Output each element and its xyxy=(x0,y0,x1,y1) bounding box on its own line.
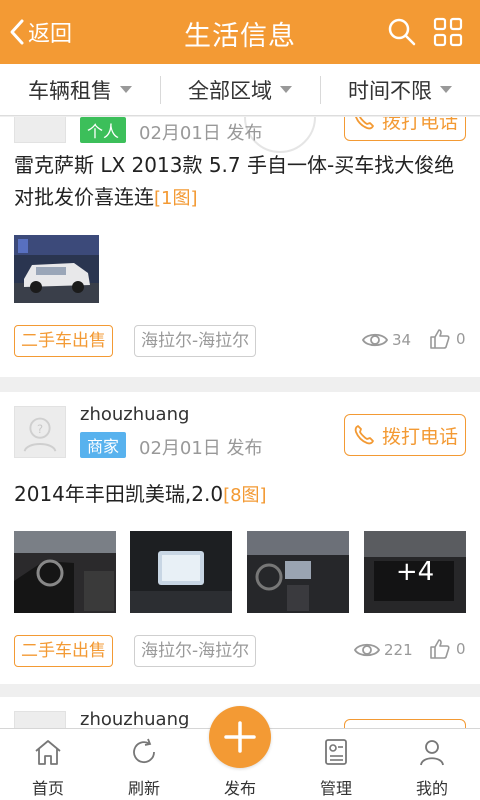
filter-time-label: 时间不限 xyxy=(348,78,432,103)
caret-down-icon xyxy=(440,86,452,93)
post-title-text: 雷克萨斯 LX 2013款 5.7 手自一体-买车找大俊绝对批发价喜连连 xyxy=(14,153,455,209)
post-card[interactable]: 个人 02月01日 发布 拨打电话 雷克萨斯 LX 2013款 5.7 手自一体… xyxy=(0,117,480,377)
location-tag[interactable]: 海拉尔-海拉尔 xyxy=(134,325,257,357)
watermark-stamp xyxy=(244,117,316,153)
plus-icon xyxy=(224,721,256,753)
post-title-text: 2014年丰田凯美瑞,2.0 xyxy=(14,482,224,506)
call-button-label: 拨打电话 xyxy=(381,425,458,448)
post-image[interactable]: +4 xyxy=(364,531,466,613)
filter-region-label: 全部区域 xyxy=(188,78,272,103)
publish-fab-button[interactable] xyxy=(209,706,271,768)
post-image[interactable] xyxy=(247,531,349,613)
tab-home[interactable]: 首页 xyxy=(0,729,96,800)
caret-down-icon xyxy=(280,86,292,93)
tab-publish-label: 发布 xyxy=(223,779,256,798)
tab-refresh[interactable]: 刷新 xyxy=(96,729,192,800)
merchant-badge: 商家 xyxy=(80,432,127,458)
search-icon[interactable] xyxy=(386,16,418,48)
publish-date: 02月01日 发布 xyxy=(139,438,263,459)
caret-down-icon xyxy=(120,86,132,93)
call-button[interactable]: 拨打电话 xyxy=(344,414,466,456)
tab-home-label: 首页 xyxy=(31,779,64,798)
manage-card-icon xyxy=(325,739,347,765)
likes-stat[interactable]: 0 xyxy=(428,637,466,661)
image-count: [8图] xyxy=(223,485,267,506)
likes-count: 0 xyxy=(456,330,466,348)
tab-mine[interactable]: 我的 xyxy=(384,729,480,800)
filter-bar: 车辆租售 全部区域 时间不限 xyxy=(0,64,480,116)
category-tag[interactable]: 二手车出售 xyxy=(14,325,113,357)
more-images-overlay[interactable]: +4 xyxy=(364,531,466,613)
personal-badge: 个人 xyxy=(80,117,127,143)
tab-manage[interactable]: 管理 xyxy=(288,729,384,800)
location-tag[interactable]: 海拉尔-海拉尔 xyxy=(134,635,257,667)
views-stat: 34 xyxy=(362,331,411,349)
grid-menu-icon[interactable] xyxy=(432,16,464,48)
category-tag[interactable]: 二手车出售 xyxy=(14,635,113,667)
call-button[interactable]: 拨打电话 xyxy=(344,117,466,141)
home-icon xyxy=(35,740,61,765)
image-count: [1图] xyxy=(154,188,198,209)
views-count: 221 xyxy=(384,641,413,659)
phone-icon xyxy=(355,117,374,130)
car-photo xyxy=(14,235,99,303)
svg-text:?: ? xyxy=(37,422,43,436)
post-image[interactable] xyxy=(130,531,232,613)
eye-icon xyxy=(354,643,380,657)
likes-count: 0 xyxy=(456,640,466,658)
post-card[interactable]: ? zhouzhuang 商家 02月01日 发布 拨打电话 2014年丰田凯美… xyxy=(0,392,480,684)
avatar xyxy=(14,117,66,143)
post-title[interactable]: 雷克萨斯 LX 2013款 5.7 手自一体-买车找大俊绝对批发价喜连连[1图] xyxy=(14,149,472,215)
username[interactable]: zhouzhuang xyxy=(80,709,189,728)
username[interactable]: zhouzhuang xyxy=(80,404,189,425)
call-button[interactable] xyxy=(344,719,466,728)
post-image[interactable] xyxy=(14,531,116,613)
phone-icon xyxy=(354,425,374,445)
views-count: 34 xyxy=(392,331,412,349)
sunroof-photo xyxy=(130,531,232,613)
thumbs-up-icon xyxy=(430,329,450,349)
user-icon xyxy=(420,740,444,766)
filter-region[interactable]: 全部区域 xyxy=(160,64,320,115)
car-interior-photo xyxy=(14,531,116,613)
likes-stat[interactable]: 0 xyxy=(428,327,466,351)
filter-category[interactable]: 车辆租售 xyxy=(0,64,160,115)
views-stat: 221 xyxy=(354,641,413,659)
dashboard-photo xyxy=(247,531,349,613)
default-avatar-icon: ? xyxy=(15,407,65,457)
post-title[interactable]: 2014年丰田凯美瑞,2.0[8图] xyxy=(14,478,472,512)
refresh-icon xyxy=(133,738,155,764)
avatar: ? xyxy=(14,406,66,458)
call-button-label: 拨打电话 xyxy=(381,117,458,133)
eye-icon xyxy=(362,333,388,347)
avatar xyxy=(14,711,66,728)
filter-time[interactable]: 时间不限 xyxy=(320,64,480,115)
post-image[interactable] xyxy=(14,235,99,303)
tab-mine-label: 我的 xyxy=(415,779,448,798)
thumbs-up-icon xyxy=(430,639,450,659)
tab-refresh-label: 刷新 xyxy=(127,779,160,798)
app-header: 返回 生活信息 xyxy=(0,0,480,64)
tab-manage-label: 管理 xyxy=(319,779,352,798)
filter-category-label: 车辆租售 xyxy=(28,78,112,103)
post-feed[interactable]: 个人 02月01日 发布 拨打电话 雷克萨斯 LX 2013款 5.7 手自一体… xyxy=(0,117,480,728)
